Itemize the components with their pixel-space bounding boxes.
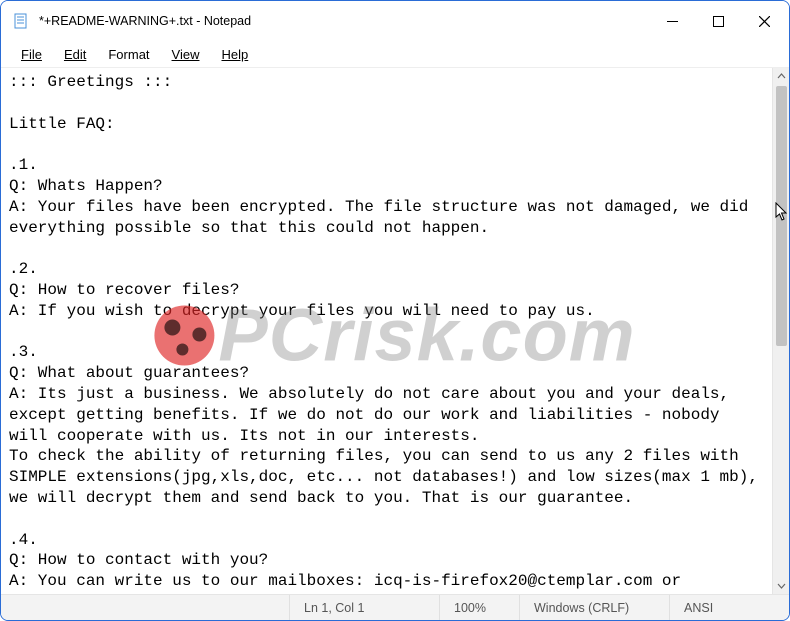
menu-view[interactable]: View <box>162 45 210 64</box>
status-position: Ln 1, Col 1 <box>289 595 439 620</box>
statusbar: Ln 1, Col 1 100% Windows (CRLF) ANSI <box>1 594 789 620</box>
menu-help[interactable]: Help <box>211 45 258 64</box>
maximize-button[interactable] <box>695 1 741 41</box>
notepad-icon <box>13 13 29 29</box>
notepad-window: *+README-WARNING+.txt - Notepad File Edi… <box>0 0 790 621</box>
scroll-up-button[interactable] <box>773 68 789 85</box>
vertical-scrollbar[interactable] <box>772 68 789 594</box>
minimize-button[interactable] <box>649 1 695 41</box>
text-content[interactable]: ::: Greetings ::: Little FAQ: .1. Q: Wha… <box>1 68 772 594</box>
status-zoom: 100% <box>439 595 519 620</box>
close-button[interactable] <box>741 1 787 41</box>
editor-area: ::: Greetings ::: Little FAQ: .1. Q: Wha… <box>1 67 789 594</box>
menu-edit[interactable]: Edit <box>54 45 96 64</box>
window-title: *+README-WARNING+.txt - Notepad <box>39 14 649 28</box>
status-line-ending: Windows (CRLF) <box>519 595 669 620</box>
menu-format[interactable]: Format <box>98 45 159 64</box>
scrollbar-thumb[interactable] <box>776 86 787 346</box>
menubar: File Edit Format View Help <box>1 41 789 67</box>
window-controls <box>649 1 787 41</box>
scroll-down-button[interactable] <box>773 577 789 594</box>
status-spacer <box>1 595 289 620</box>
menu-file[interactable]: File <box>11 45 52 64</box>
titlebar[interactable]: *+README-WARNING+.txt - Notepad <box>1 1 789 41</box>
status-encoding: ANSI <box>669 595 789 620</box>
